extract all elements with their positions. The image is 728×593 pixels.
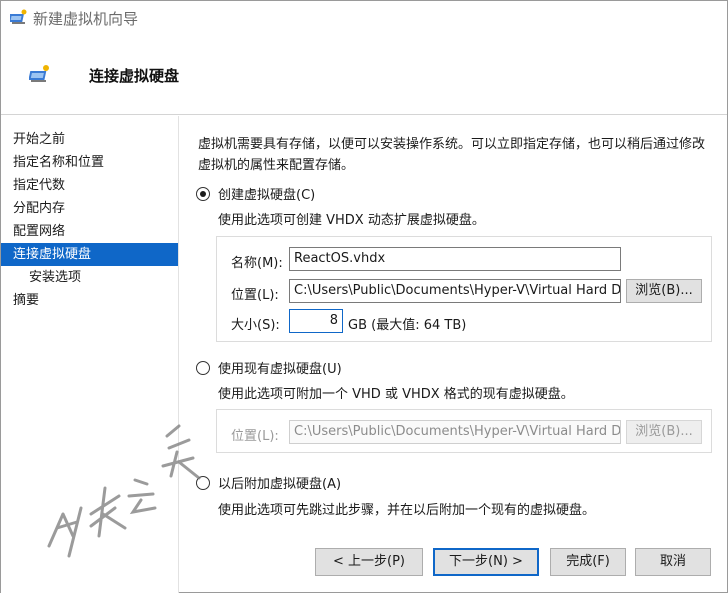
title-bar: 新建虚拟机向导 [1,1,727,35]
step-generation[interactable]: 指定代数 [1,174,178,197]
vhd-name-input[interactable]: ReactOS.vhdx [289,247,621,271]
attach-later-label[interactable]: 以后附加虚拟硬盘(A) [218,473,341,492]
window-title: 新建虚拟机向导 [33,10,139,28]
vhd-size-input[interactable]: 8 [289,309,343,333]
vhd-location-label: 位置(L): [231,288,279,303]
existing-vhd-radio[interactable] [196,360,210,375]
page-header: 连接虚拟硬盘 [1,35,727,115]
page-description: 虚拟机需要具有存储，以便可以安装操作系统。可以立即指定存储，也可以稍后通过修改虚… [198,137,706,173]
next-button[interactable]: 下一步(N) > [433,548,539,576]
vhd-size-label: 大小(S): [231,318,280,333]
create-vhd-description: 使用此选项可创建 VHDX 动态扩展虚拟硬盘。 [218,213,485,228]
existing-location-input[interactable]: C:\Users\Public\Documents\Hyper-V\Virtua… [289,420,621,444]
wizard-window: 新建虚拟机向导 连接虚拟硬盘 开始之前 指定名称和位置 指定代数 分配内存 配置… [0,0,728,593]
create-vhd-label[interactable]: 创建虚拟硬盘(C) [218,184,315,203]
vhd-size-unit: GB (最大值: 64 TB) [348,318,467,333]
create-vhd-group: 名称(M): ReactOS.vhdx 位置(L): C:\Users\Publ… [216,236,712,342]
cancel-button[interactable]: 取消 [635,548,711,576]
finish-button[interactable]: 完成(F) [550,548,626,576]
step-virtual-hard-disk[interactable]: 连接虚拟硬盘 [1,243,178,266]
step-before-you-begin[interactable]: 开始之前 [1,128,178,151]
existing-vhd-description: 使用此选项可附加一个 VHD 或 VHDX 格式的现有虚拟硬盘。 [218,387,574,402]
existing-vhd-label[interactable]: 使用现有虚拟硬盘(U) [218,358,342,377]
existing-vhd-option[interactable]: 使用现有虚拟硬盘(U) [196,358,342,377]
browse-existing-button[interactable]: 浏览(B)... [626,420,702,444]
browse-location-button[interactable]: 浏览(B)... [626,279,702,303]
vhd-location-input[interactable]: C:\Users\Public\Documents\Hyper-V\Virtua… [289,279,621,303]
page-content: 虚拟机需要具有存储，以便可以安装操作系统。可以立即指定存储，也可以稍后通过修改虚… [196,116,716,536]
vm-app-icon [10,9,27,24]
wizard-steps-sidebar: 开始之前 指定名称和位置 指定代数 分配内存 配置网络 连接虚拟硬盘 安装选项 … [1,116,179,593]
attach-later-description: 使用此选项可先跳过此步骤，并在以后附加一个现有的虚拟硬盘。 [218,503,596,518]
create-vhd-option[interactable]: 创建虚拟硬盘(C) [196,184,315,203]
vhd-name-label: 名称(M): [231,256,283,271]
wizard-steps-list: 开始之前 指定名称和位置 指定代数 分配内存 配置网络 连接虚拟硬盘 安装选项 … [1,128,178,312]
existing-vhd-group: 位置(L): C:\Users\Public\Documents\Hyper-V… [216,409,712,453]
create-vhd-radio[interactable] [196,186,210,201]
existing-location-label: 位置(L): [231,429,279,444]
attach-later-radio[interactable] [196,475,210,490]
step-network[interactable]: 配置网络 [1,220,178,243]
step-installation-options[interactable]: 安装选项 [1,266,178,289]
step-summary[interactable]: 摘要 [1,289,178,312]
step-name-and-location[interactable]: 指定名称和位置 [1,151,178,174]
attach-later-option[interactable]: 以后附加虚拟硬盘(A) [196,473,341,492]
page-title: 连接虚拟硬盘 [89,67,180,85]
step-memory[interactable]: 分配内存 [1,197,178,220]
vm-header-icon [29,65,49,82]
previous-button[interactable]: < 上一步(P) [315,548,423,576]
